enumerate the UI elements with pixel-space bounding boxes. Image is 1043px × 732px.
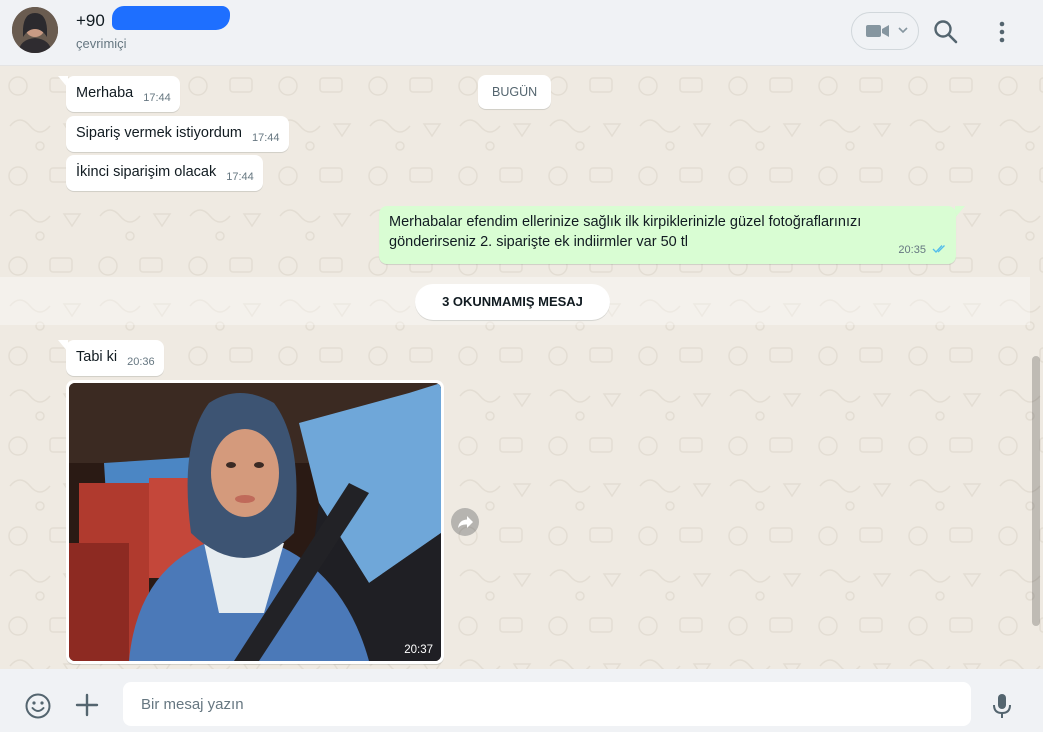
video-call-icon: [866, 25, 889, 37]
message-text: Tabi ki: [76, 349, 118, 365]
avatar[interactable]: [12, 7, 58, 53]
contact-status: çevrimiçi: [76, 36, 127, 51]
contact-name[interactable]: +90: [76, 11, 105, 31]
redaction-mark: [112, 6, 230, 30]
message-time: 20:36: [127, 356, 155, 368]
emoji-icon[interactable]: [24, 692, 52, 720]
message-text: İkinci siparişim olacak: [76, 164, 217, 180]
message-in[interactable]: İkinci siparişim olacak 17:44: [66, 155, 263, 191]
photo-thumbnail[interactable]: 20:37: [69, 383, 441, 661]
date-divider: BUGÜN: [478, 75, 552, 109]
message-text: Merhaba: [76, 85, 134, 101]
chat-area[interactable]: BUGÜN Merhaba 17:44 Sipariş vermek istiyo…: [0, 66, 1043, 669]
message-input[interactable]: [123, 682, 971, 726]
search-icon[interactable]: [932, 18, 960, 46]
plus-icon[interactable]: [74, 692, 100, 718]
microphone-icon[interactable]: [990, 692, 1014, 720]
scrollbar[interactable]: [1032, 356, 1040, 626]
message-time: 17:44: [143, 92, 171, 104]
message-text: Merhabalar efendim ellerinize sağlık ilk…: [389, 214, 862, 250]
message-in[interactable]: Sipariş vermek istiyordum 17:44: [66, 116, 289, 152]
compose-bar: [0, 669, 1043, 732]
forward-icon: [458, 516, 473, 528]
read-ticks-icon: [932, 245, 945, 253]
message-out[interactable]: Merhabalar efendim ellerinize sağlık ilk…: [379, 206, 956, 264]
message-in[interactable]: Merhaba 17:44: [66, 76, 180, 112]
unread-messages-banner: 3 OKUNMAMIŞ MESAJ: [415, 284, 610, 320]
message-time: 20:35: [898, 244, 926, 256]
bubble-tail: [955, 206, 965, 218]
video-call-button[interactable]: [851, 12, 919, 50]
message-in[interactable]: Tabi ki 20:36: [66, 340, 164, 376]
image-time: 20:37: [404, 644, 433, 656]
chat-header: +90 çevrimiçi: [0, 0, 1043, 66]
image-message[interactable]: 20:37: [66, 380, 444, 664]
chevron-down-icon: [898, 27, 908, 34]
message-text: Sipariş vermek istiyordum: [76, 125, 242, 141]
message-time: 17:44: [252, 132, 280, 144]
more-menu-icon[interactable]: [990, 18, 1014, 46]
message-time: 17:44: [226, 171, 254, 183]
forward-button[interactable]: [451, 508, 479, 536]
